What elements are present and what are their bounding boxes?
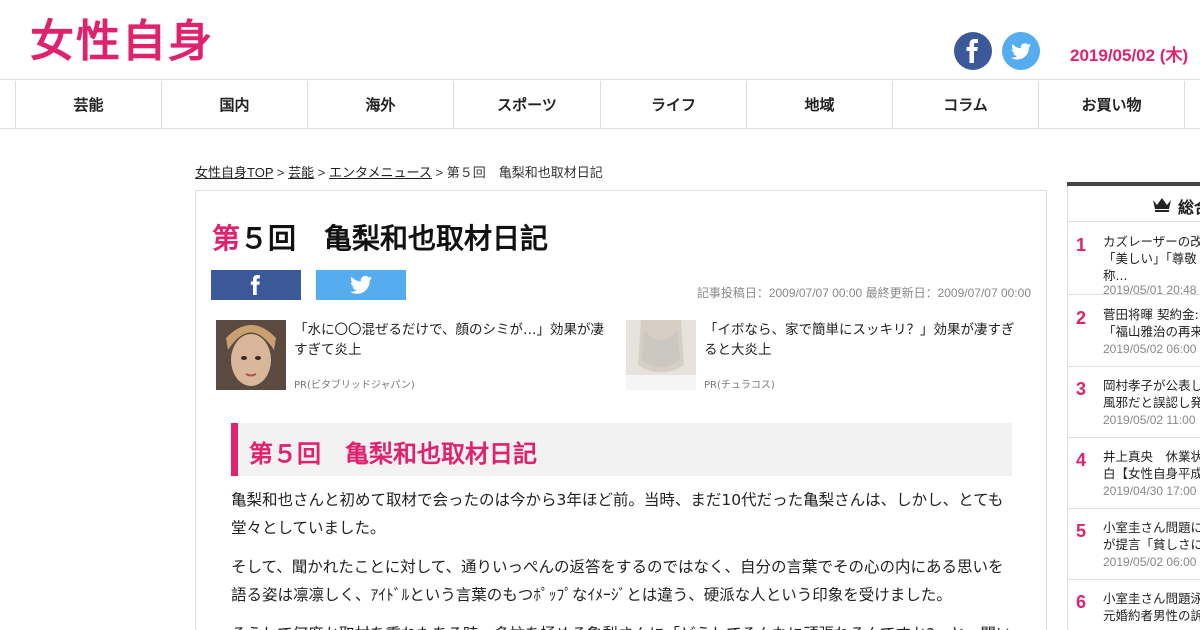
nav-item-geino[interactable]: 芸能 [15,81,161,129]
site-logo[interactable]: 女性自身 [30,14,214,70]
twitter-icon [1011,43,1031,60]
article-container: 第５回 亀梨和也取材日記 記事投稿日：2009/07/07 00:00 最終更新… [195,190,1047,630]
ranking-item[interactable]: 5 小室圭さん問題に が提言「貧しさに 2019/05/02 06:00 [1068,509,1200,580]
twitter-follow-button[interactable] [1002,32,1040,70]
rank-headline-line: 称... [1103,268,1128,283]
ranking-box: 総合 1 カズレーザーの改 「美しい」「尊敬 称... 2019/05/01 2… [1067,186,1200,630]
nav-item-sports[interactable]: スポーツ [453,81,600,129]
breadcrumb-geino-link[interactable]: 芸能 [288,165,314,180]
breadcrumb-separator: > [431,165,447,180]
twitter-icon [350,275,372,294]
article-title: 第５回 亀梨和也取材日記 [212,217,548,257]
ranking-item[interactable]: 3 岡村孝子が公表し 風邪だと誤認し発 2019/05/02 11:00 [1068,367,1200,438]
rank-headline-line: 岡村孝子が公表し [1103,378,1200,393]
nav-item-overflow[interactable] [1184,81,1200,129]
ranking-item[interactable]: 1 カズレーザーの改 「美しい」「尊敬 称... 2019/05/01 20:4… [1068,223,1200,297]
rank-headline[interactable]: 岡村孝子が公表し 風邪だと誤認し発 [1103,377,1200,411]
rank-headline-line: 「福山雅治の再来 [1103,324,1200,339]
nav-item-life[interactable]: ライフ [600,81,746,129]
neck-closeup-image [626,320,696,390]
article-paragraph: そして、聞かれたことに対して、通りいっぺんの返答をするのではなく、自分の言葉でそ… [231,558,1004,604]
ranking-item[interactable]: 4 井上真央 休業状 白【女性自身平成 2019/04/30 17:00 [1068,438,1200,509]
facebook-icon [966,39,978,63]
breadcrumb-separator: > [314,165,329,180]
ranking-item[interactable]: 2 菅田将暉 契約金: 「福山雅治の再来 2019/05/02 06:00 [1068,296,1200,367]
article-paragraph: 亀梨和也さんと初めて取材で会ったのは今から3年ほど前。当時、まだ10代だった亀梨… [231,491,1004,537]
breadcrumb: 女性自身TOP > 芸能 > エンタメニュース > 第５回 亀梨和也取材日記 [195,162,603,181]
rank-number: 4 [1076,450,1087,470]
pr-source: PR(チュラコス) [704,380,775,391]
nav-item-kokunai[interactable]: 国内 [161,81,307,129]
rank-headline[interactable]: カズレーザーの改 「美しい」「尊敬 称... [1103,233,1200,284]
rank-headline[interactable]: 小室圭さん問題泳 元婚約者男性の訴 [1103,590,1200,624]
rank-headline-line: 元婚約者男性の訴 [1103,608,1200,623]
breadcrumb-home-link[interactable]: 女性自身TOP [195,165,273,180]
facebook-share-button[interactable] [211,270,301,300]
woman-portrait-image [216,320,286,390]
rank-date: 2019/05/02 06:00 [1103,342,1197,356]
rank-headline-line: 風邪だと誤認し発 [1103,395,1200,410]
ranking-header-label: 総合 [1178,198,1200,217]
pr-item[interactable]: 「イボなら、家で簡単にスッキリ？」効果が凄すぎると大炎上 PR(チュラコス) [626,320,1021,392]
ranking-sidebar: 総合 1 カズレーザーの改 「美しい」「尊敬 称... 2019/05/01 2… [1067,182,1200,630]
breadcrumb-current: 第５回 亀梨和也取材日記 [446,165,603,180]
rank-headline-line: 菅田将暉 契約金: [1103,307,1199,322]
rank-headline-line: 「美しい」「尊敬 [1103,251,1197,266]
nav-item-chiiki[interactable]: 地域 [746,81,892,129]
rank-headline-line: 白【女性自身平成 [1103,466,1200,481]
breadcrumb-separator: > [273,165,289,180]
rank-number: 2 [1076,308,1087,328]
facebook-icon [250,275,260,295]
rank-headline-line: カズレーザーの改 [1103,234,1200,249]
pr-source: PR(ビタブリッドジャパン) [294,380,415,391]
rank-headline[interactable]: 小室圭さん問題に が提言「貧しさに [1103,519,1200,553]
section-heading-box: 第５回 亀梨和也取材日記 [231,423,1012,476]
rank-date: 2019/05/02 11:00 [1103,413,1196,427]
rank-date: 2019/05/02 06:00 [1103,555,1197,569]
breadcrumb-entame-link[interactable]: エンタメニュース [329,165,432,180]
rank-headline-line: が提言「貧しさに [1103,537,1200,552]
crown-icon [1153,198,1171,212]
article-paragraph: そうして何度か取材を重ねたある時、多忙を極める亀梨さんに「どうしてそんなに頑張れ… [231,620,1012,630]
rank-headline[interactable]: 菅田将暉 契約金: 「福山雅治の再来 [1103,306,1200,340]
article-meta-dates: 記事投稿日：2009/07/07 00:00 最終更新日：2009/07/07 … [696,286,1031,300]
pr-headline[interactable]: 「イボなら、家で簡単にスッキリ？」効果が凄すぎると大炎上 [704,320,1019,360]
rank-number: 6 [1076,592,1087,612]
title-rest: ５回 亀梨和也取材日記 [240,222,549,255]
rank-number: 1 [1076,235,1087,255]
rank-date: 2019/04/30 17:00 [1103,484,1197,498]
nav-item-shopping[interactable]: お買い物 [1038,81,1184,129]
ranking-item[interactable]: 6 小室圭さん問題泳 元婚約者男性の訴 [1068,580,1200,630]
rank-date: 2019/05/01 20:48 [1103,283,1197,297]
rank-number: 5 [1076,521,1087,541]
pr-item[interactable]: 「水に〇〇混ぜるだけで、顔のシミが…」効果が凄すぎて炎上 PR(ビタブリッドジャ… [216,320,611,392]
title-accent: 第 [212,222,241,255]
pr-thumbnail[interactable] [626,320,696,390]
rank-number: 3 [1076,379,1087,399]
rank-headline-line: 井上真央 休業状 [1103,449,1200,464]
main-nav: 芸能 国内 海外 スポーツ ライフ 地域 コラム お買い物 [0,81,1200,129]
section-heading: 第５回 亀梨和也取材日記 [249,440,537,468]
facebook-follow-button[interactable] [954,32,992,70]
nav-item-column[interactable]: コラム [892,81,1038,129]
site-header: 女性自身 2019/05/02 (木) [0,0,1200,80]
ranking-header[interactable]: 総合 [1068,186,1200,222]
rank-headline-line: 小室圭さん問題泳 [1103,591,1200,606]
rank-headline-line: 小室圭さん問題に [1103,520,1200,535]
pr-headline[interactable]: 「水に〇〇混ぜるだけで、顔のシミが…」効果が凄すぎて炎上 [294,320,609,360]
nav-item-kaigai[interactable]: 海外 [307,81,453,129]
current-date: 2019/05/02 (木) [1070,46,1189,65]
rank-headline[interactable]: 井上真央 休業状 白【女性自身平成 [1103,448,1200,482]
twitter-share-button[interactable] [316,270,406,300]
pr-thumbnail[interactable] [216,320,286,390]
